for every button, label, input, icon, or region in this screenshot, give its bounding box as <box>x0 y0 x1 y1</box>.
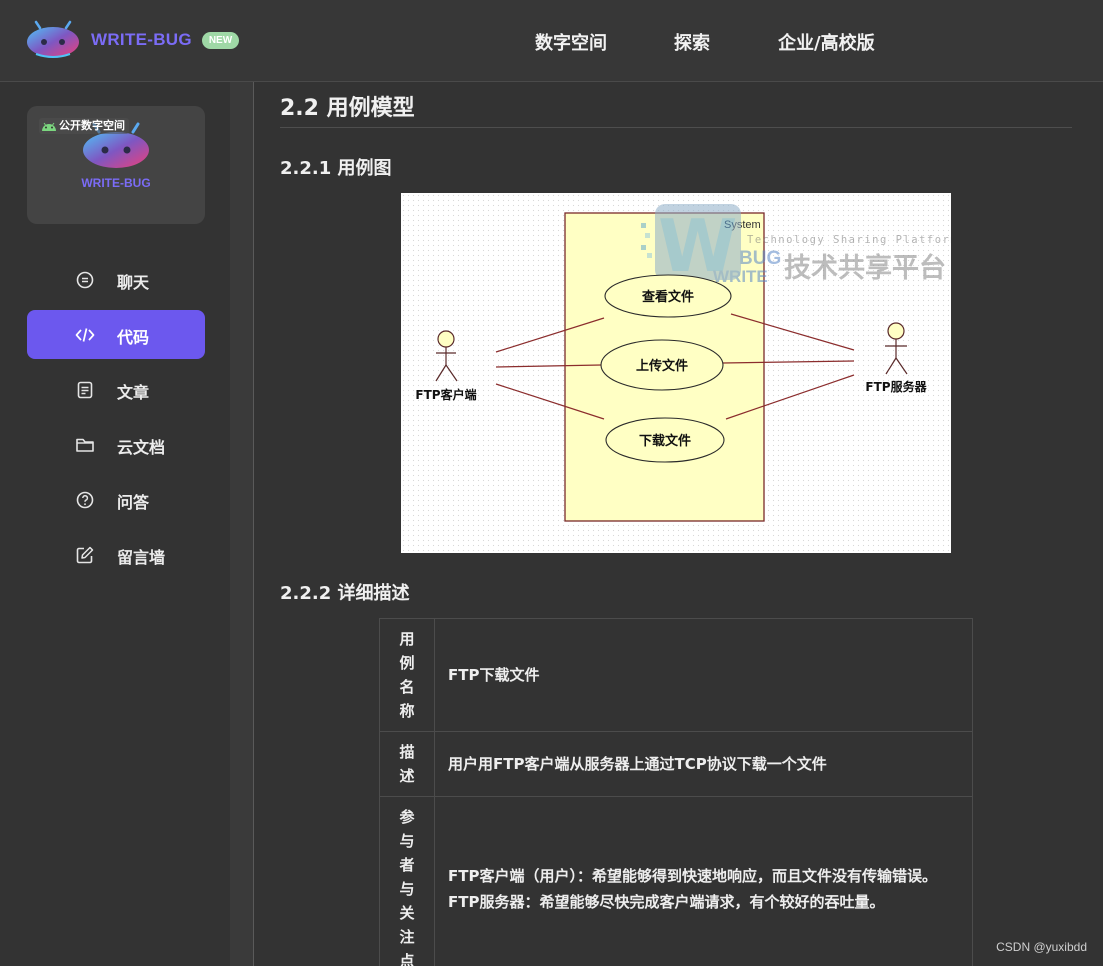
use-case-upload-files-label: 上传文件 <box>636 358 688 374</box>
nav-explore[interactable]: 探索 <box>674 29 710 55</box>
brand-name[interactable]: WRITE-BUG <box>91 30 192 50</box>
subsection-title-detail: 2.2.2 详细描述 <box>280 583 410 604</box>
table-key-cell: 参与者与关注点 <box>379 796 435 966</box>
table-key-cell: 描述 <box>379 731 435 797</box>
table-value: FTP客户端（用户）：希望能够得到快速地响应，而且文件没有传输错误。FTP服务器… <box>448 867 937 911</box>
subsection-title-usecase-diagram: 2.2.1 用例图 <box>280 158 392 179</box>
use-case-download-files-label: 下载文件 <box>639 433 691 449</box>
sidebar-item-article[interactable]: 文章 <box>27 365 205 414</box>
actor-ftp-client-icon <box>435 330 458 382</box>
new-badge: NEW <box>202 32 239 49</box>
sidebar-item-cloud-docs[interactable]: 云文档 <box>27 420 205 469</box>
write-bug-logo-icon[interactable] <box>26 20 80 60</box>
use-case-diagram-svg: System W BUG WRITE Technology Sharing Pl… <box>415 204 957 522</box>
use-case-description-table: 用例名称 FTP下载文件 描述 用户用FTP客户端从服务器上通过TCP协议下载一… <box>379 618 973 966</box>
actor-ftp-server-label: FTP服务器 <box>865 379 927 394</box>
table-row: 参与者与关注点 FTP客户端（用户）：希望能够得到快速地响应，而且文件没有传输错… <box>379 796 973 966</box>
top-navbar: WRITE-BUG NEW 数字空间 探索 企业/高校版 <box>0 0 1103 82</box>
space-card[interactable]: 公开数字空间 WRITE-BUG <box>27 106 205 224</box>
table-value: FTP下载文件 <box>448 666 540 684</box>
sidebar-item-label: 问答 <box>117 493 150 512</box>
question-icon <box>76 491 94 509</box>
folder-icon <box>76 438 94 452</box>
nav-enterprise[interactable]: 企业/高校版 <box>778 29 875 55</box>
public-space-tag: 公开数字空间 <box>39 118 129 134</box>
table-key: 参与者与关注点 <box>399 808 415 966</box>
table-key: 用例名称 <box>399 630 415 720</box>
table-value-cell: FTP客户端（用户）：希望能够得到快速地响应，而且文件没有传输错误。FTP服务器… <box>434 796 973 966</box>
sidebar-item-qa[interactable]: 问答 <box>27 475 205 524</box>
sidebar-item-message-wall[interactable]: 留言墙 <box>27 530 205 579</box>
public-space-label: 公开数字空间 <box>59 119 125 132</box>
sidebar-item-label: 聊天 <box>117 273 150 292</box>
table-value: 用户用FTP客户端从服务器上通过TCP协议下载一个文件 <box>448 755 827 773</box>
use-case-view-files-label: 查看文件 <box>641 289 694 305</box>
actor-ftp-client-label: FTP客户端 <box>415 387 476 402</box>
sidebar-divider <box>230 82 254 966</box>
sidebar-item-label: 文章 <box>117 383 150 402</box>
sidebar-item-code[interactable]: 代码 <box>27 310 205 359</box>
table-key-cell: 用例名称 <box>379 618 435 732</box>
actor-ftp-server-icon <box>885 322 908 375</box>
sidebar-item-label: 代码 <box>117 328 150 347</box>
section-title: 2.2 用例模型 <box>280 90 1072 128</box>
chat-icon <box>76 271 94 289</box>
watermark-cn: 技术共享平台 <box>784 252 946 284</box>
table-row: 用例名称 FTP下载文件 <box>379 618 973 732</box>
table-value-cell: 用户用FTP客户端从服务器上通过TCP协议下载一个文件 <box>434 731 973 797</box>
sidebar-item-label: 云文档 <box>117 438 166 457</box>
table-key: 描述 <box>399 743 415 785</box>
card-brand: WRITE-BUG <box>81 176 151 190</box>
sidebar-item-label: 留言墙 <box>117 548 166 567</box>
table-row: 描述 用户用FTP客户端从服务器上通过TCP协议下载一个文件 <box>379 731 973 797</box>
watermark-bug-text: BUG <box>739 248 781 269</box>
write-bug-watermark: W BUG WRITE Technology Sharing Platform … <box>641 204 957 288</box>
sidebar-item-chat[interactable]: 聊天 <box>27 255 205 304</box>
android-icon <box>42 122 56 131</box>
table-value-cell: FTP下载文件 <box>434 618 973 732</box>
code-icon <box>75 328 95 342</box>
csdn-watermark: CSDN @yuxibdd <box>996 940 1087 954</box>
article-icon <box>77 381 93 399</box>
watermark-write-text: WRITE <box>713 267 768 286</box>
use-case-diagram: System W BUG WRITE Technology Sharing Pl… <box>401 193 957 553</box>
nav-digital-space[interactable]: 数字空间 <box>535 29 607 55</box>
watermark-tagline: Technology Sharing Platform <box>747 234 951 246</box>
article-content: 2.2 用例模型 2.2.1 用例图 System W BUG WRITE Te… <box>255 82 1103 966</box>
edit-icon <box>76 546 94 564</box>
sidebar: 公开数字空间 WRITE-BUG 聊天 代码 文章 云文档 问答 留言墙 <box>0 82 230 966</box>
